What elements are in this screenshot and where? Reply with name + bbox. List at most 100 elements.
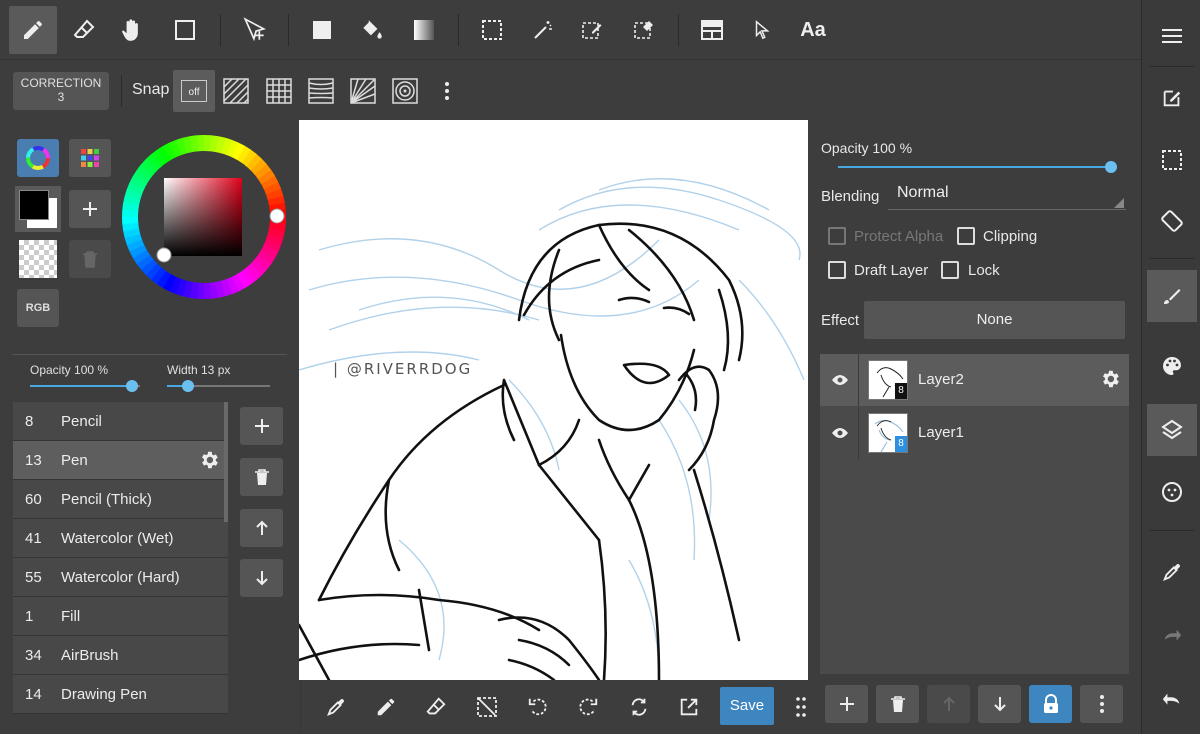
bucket-tool-button[interactable] — [348, 6, 396, 54]
gradient-tool-button[interactable] — [400, 6, 448, 54]
brush-width-handle[interactable] — [182, 380, 194, 392]
rotate-right-button[interactable] — [565, 684, 611, 730]
protect-alpha-checkbox[interactable] — [828, 227, 846, 245]
move-brush-up-button[interactable] — [240, 509, 283, 547]
layer-divider — [858, 354, 859, 406]
select-rect-tool-button[interactable] — [161, 6, 209, 54]
move-tool-button[interactable] — [231, 6, 279, 54]
layer-opacity-handle[interactable] — [1105, 161, 1117, 173]
eyedropper-button[interactable] — [1147, 546, 1197, 598]
edit-button[interactable] — [1147, 72, 1197, 124]
transparent-color-swatch[interactable] — [19, 240, 57, 278]
drawing-canvas[interactable]: | @RIVERRDOG — [299, 120, 808, 680]
draft-layer-checkbox[interactable] — [828, 261, 846, 279]
eraser-quick-button[interactable] — [413, 684, 459, 730]
add-brush-button[interactable] — [240, 407, 283, 445]
brush-row-drawing-pen[interactable]: 14 Drawing Pen — [13, 675, 228, 714]
pen-tool-button[interactable] — [9, 6, 57, 54]
delete-color-button[interactable] — [69, 240, 111, 278]
brush-row-pencil-thick[interactable]: 60 Pencil (Thick) — [13, 480, 228, 519]
select-eraser-tool-button[interactable] — [620, 6, 668, 54]
rotate-left-button[interactable] — [515, 684, 561, 730]
brush-row-watercolor-hard[interactable]: 55 Watercolor (Hard) — [13, 558, 228, 597]
brush-row-fill[interactable]: 1 Fill — [13, 597, 228, 636]
add-layer-button[interactable] — [825, 685, 868, 723]
snap-off-label: off — [181, 80, 207, 102]
correction-button[interactable]: CORRECTION 3 — [13, 72, 109, 110]
add-color-button[interactable] — [69, 190, 111, 228]
color-wheel[interactable] — [120, 133, 288, 301]
save-button[interactable]: Save — [720, 687, 774, 725]
layer-visibility-toggle[interactable] — [828, 421, 852, 445]
redo-button[interactable] — [1147, 610, 1197, 662]
layer-name: Layer2 — [918, 371, 964, 388]
layer-row-layer2[interactable]: 8 Layer2 — [820, 354, 1129, 406]
clipping-checkbox[interactable] — [957, 227, 975, 245]
layer-more-button[interactable] — [1080, 685, 1123, 723]
fit-screen-button[interactable] — [666, 684, 712, 730]
lock-layer-button[interactable] — [1029, 685, 1072, 723]
fill-rect-tool-button[interactable] — [298, 6, 346, 54]
eraser-tool-button[interactable] — [60, 6, 108, 54]
snap-off-button[interactable]: off — [173, 70, 215, 112]
watermark: | @RIVERRDOG — [333, 360, 473, 378]
eyedropper-quick-button[interactable] — [313, 684, 359, 730]
material-panel-button[interactable] — [1147, 466, 1197, 518]
brush-row-airbrush[interactable]: 34 AirBrush — [13, 636, 228, 675]
color-wheel-mode-button[interactable] — [17, 139, 59, 177]
hue-handle[interactable] — [269, 208, 285, 224]
magic-wand-tool-button[interactable] — [519, 6, 567, 54]
layer-thumbnail: 8 — [868, 413, 908, 453]
rgb-mode-button[interactable]: RGB — [17, 289, 59, 327]
brush-list-scrollbar[interactable] — [224, 402, 228, 522]
deselect-button[interactable] — [464, 684, 510, 730]
marquee-tool-button[interactable] — [468, 6, 516, 54]
color-panel-button[interactable] — [1147, 340, 1197, 392]
snap-grid-button[interactable] — [258, 70, 300, 112]
snap-radial-button[interactable] — [342, 70, 384, 112]
lock-checkbox[interactable] — [941, 261, 959, 279]
effect-button[interactable]: None — [864, 301, 1125, 339]
menu-button[interactable] — [1147, 10, 1197, 62]
move-layer-down-button[interactable] — [978, 685, 1021, 723]
brush-row-pencil[interactable]: 8 Pencil — [13, 402, 228, 441]
more-vertical-icon — [1099, 695, 1104, 713]
brush-panel-button[interactable] — [1147, 270, 1197, 322]
layer-thumbnail: 8 — [868, 360, 908, 400]
hand-tool-button[interactable] — [108, 6, 156, 54]
brush-settings-button[interactable] — [198, 449, 220, 471]
brush-row-pen[interactable]: 13 Pen — [13, 441, 228, 480]
operation-tool-button[interactable] — [738, 6, 786, 54]
blending-select[interactable]: Normal — [888, 184, 1126, 210]
frame-divider-tool-button[interactable] — [688, 6, 736, 54]
text-tool-button[interactable]: Aa — [789, 6, 837, 54]
move-layer-up-button[interactable] — [927, 685, 970, 723]
pen-quick-button[interactable] — [363, 684, 409, 730]
snap-more-button[interactable] — [426, 70, 468, 112]
primary-color-swatch[interactable] — [19, 190, 49, 220]
layer-visibility-toggle[interactable] — [828, 368, 852, 392]
brush-opacity-handle[interactable] — [126, 380, 138, 392]
layer-settings-button[interactable] — [1099, 368, 1121, 390]
selection-button[interactable] — [1147, 134, 1197, 186]
snap-circle-button[interactable] — [384, 70, 426, 112]
brush-row-watercolor-wet[interactable]: 41 Watercolor (Wet) — [13, 519, 228, 558]
pencil-icon — [377, 698, 395, 716]
color-handle[interactable] — [156, 247, 172, 263]
palette-mode-button[interactable] — [69, 139, 111, 177]
snap-concentric-lines-button[interactable] — [300, 70, 342, 112]
rotate-canvas-button[interactable] — [1147, 195, 1197, 247]
snap-parallel-icon — [223, 78, 249, 104]
delete-layer-button[interactable] — [876, 685, 919, 723]
undo-button[interactable] — [1147, 674, 1197, 726]
sidebar-divider — [1150, 66, 1194, 67]
flip-canvas-button[interactable] — [616, 684, 662, 730]
color-swatch-group[interactable] — [15, 186, 61, 232]
layers-panel-button[interactable] — [1147, 404, 1197, 456]
select-pen-tool-button[interactable] — [568, 6, 616, 54]
move-brush-down-button[interactable] — [240, 559, 283, 597]
snap-parallel-button[interactable] — [215, 70, 257, 112]
rotate-right-icon — [579, 698, 598, 716]
layer-row-layer1[interactable]: 8 Layer1 — [820, 407, 1129, 459]
delete-brush-button[interactable] — [240, 458, 283, 496]
